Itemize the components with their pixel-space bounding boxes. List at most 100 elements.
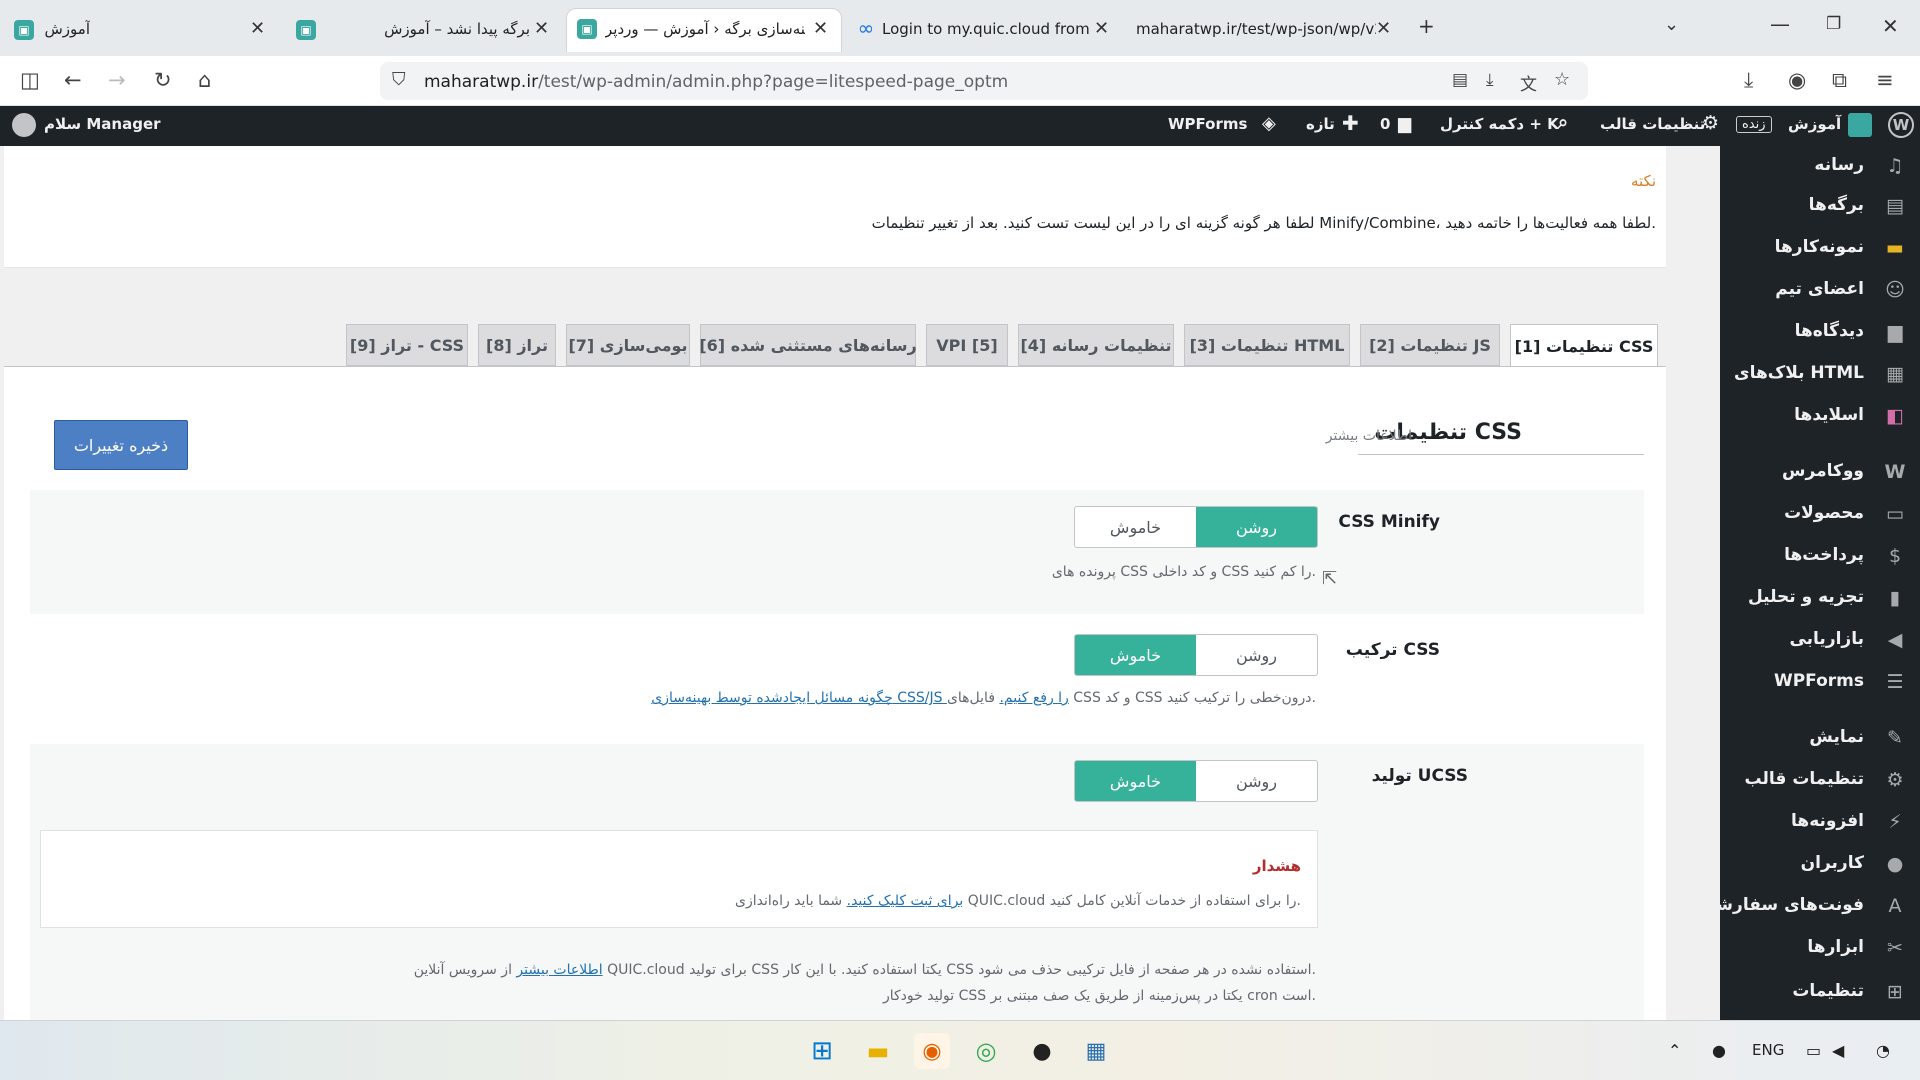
- network-icon[interactable]: ▭: [1806, 1041, 1821, 1060]
- tab-html-settings[interactable]: [3] تنظیمات HTML: [1184, 324, 1350, 366]
- html-blocks-icon: ▦: [1886, 363, 1904, 385]
- tab-localization[interactable]: [7] بومی‌سازی: [566, 324, 690, 366]
- adminbar-new[interactable]: تازه: [1306, 115, 1335, 133]
- tab-tuning-css[interactable]: [9] تراز - CSS: [346, 324, 468, 366]
- tab-js-settings[interactable]: [2] تنظیمات JS: [1360, 324, 1500, 366]
- sidebar-item-slides[interactable]: اسلایدها ◧: [1720, 396, 1920, 436]
- sidebar-item-label: بلاک‌های HTML: [1734, 363, 1864, 383]
- sidebar-item-woocommerce[interactable]: ووکامرس W: [1720, 452, 1920, 492]
- toggle-on-option[interactable]: روشن: [1196, 507, 1317, 547]
- sidebar-item-media[interactable]: رسانه ♫: [1720, 146, 1920, 186]
- sidebar-item-settings[interactable]: تنظیمات ⊞: [1720, 972, 1920, 1012]
- sidebar-item-plugins[interactable]: افزونه‌ها ⚡: [1720, 802, 1920, 842]
- user-greeting[interactable]: سلام Manager: [44, 115, 161, 133]
- site-security-icon[interactable]: ⛉: [392, 69, 406, 90]
- sidebar-toggle-icon[interactable]: ◫: [20, 68, 40, 92]
- adminbar-command-palette[interactable]: دکمه کنترل + K: [1440, 115, 1559, 133]
- close-tab-icon[interactable]: ✕: [1094, 18, 1109, 39]
- tab-media-settings[interactable]: [4] تنظیمات رسانه: [1018, 324, 1174, 366]
- close-tab-icon[interactable]: ✕: [813, 18, 828, 39]
- close-tab-icon[interactable]: ✕: [534, 18, 549, 39]
- register-link[interactable]: برای ثبت کلیک کنید.: [847, 893, 964, 909]
- forward-icon[interactable]: →: [108, 68, 126, 92]
- translate-icon[interactable]: 文: [1520, 70, 1537, 95]
- close-window-icon[interactable]: ✕: [1882, 14, 1899, 38]
- sidebar-item-html-blocks[interactable]: بلاک‌های HTML ▦: [1720, 354, 1920, 394]
- browser-tab[interactable]: ▣ آموزش ✕: [0, 8, 276, 52]
- volume-icon[interactable]: ◀: [1832, 1041, 1844, 1060]
- menu-icon[interactable]: ≡: [1876, 68, 1894, 92]
- toggle-off-option[interactable]: خاموش: [1075, 635, 1196, 675]
- tray-overflow-icon[interactable]: ⌃: [1668, 1041, 1681, 1060]
- tab-tuning[interactable]: [8] تراز: [478, 324, 556, 366]
- adminbar-theme-settings[interactable]: تنظیمات قالب: [1600, 115, 1705, 133]
- home-icon[interactable]: ⌂: [198, 68, 211, 92]
- minimize-icon[interactable]: —: [1770, 12, 1790, 36]
- chrome-icon[interactable]: ◎: [968, 1033, 1004, 1069]
- avatar[interactable]: [12, 113, 36, 137]
- css-combine-toggle[interactable]: خاموش روشن: [1074, 634, 1318, 676]
- app-icon[interactable]: ●: [1024, 1033, 1060, 1069]
- sidebar-item-custom-fonts[interactable]: فونت‌های سفارشی A: [1699, 886, 1920, 926]
- microphone-icon[interactable]: ●: [1712, 1041, 1726, 1060]
- address-bar[interactable]: ⛉ maharatwp.ir/test/wp-admin/admin.php?p…: [380, 62, 1588, 100]
- restore-icon[interactable]: ❐: [1826, 14, 1841, 34]
- save-changes-button[interactable]: ذخیره تغییرات: [54, 420, 188, 470]
- adminbar-site-name[interactable]: آموزش: [1788, 115, 1841, 133]
- tab-title: Login to my.quic.cloud from Wo: [882, 20, 1092, 38]
- sidebar-item-comments[interactable]: دیدگاه‌ها ▆: [1720, 312, 1920, 352]
- wordpress-logo-icon[interactable]: W: [1888, 112, 1914, 138]
- windows-start-icon[interactable]: ⊞: [804, 1033, 840, 1069]
- diamond-icon[interactable]: ◈: [1262, 113, 1276, 134]
- account-icon[interactable]: ◉: [1788, 68, 1806, 92]
- css-minify-toggle[interactable]: خاموش روشن: [1074, 506, 1318, 548]
- toggle-on-option[interactable]: روشن: [1196, 761, 1317, 801]
- sidebar-item-users[interactable]: کاربران ●: [1720, 844, 1920, 884]
- bookmark-star-icon[interactable]: ☆: [1554, 69, 1570, 90]
- sidebar-item-portfolio[interactable]: نمونه‌کارها ▬: [1720, 228, 1920, 268]
- tab-vpi[interactable]: VPI [5]: [926, 324, 1008, 366]
- tab-media-excludes[interactable]: [6] رسانه‌های مستثنی شده: [699, 324, 917, 366]
- firefox-icon[interactable]: ◉: [914, 1033, 950, 1069]
- downloads-icon[interactable]: ⤓: [1744, 68, 1753, 93]
- sidebar-item-wpforms[interactable]: WPForms ☰: [1720, 662, 1920, 702]
- close-tab-icon[interactable]: ✕: [1376, 18, 1391, 39]
- sidebar-item-pages[interactable]: برگه‌ها ▤: [1720, 186, 1920, 226]
- url-text[interactable]: maharatwp.ir/test/wp-admin/admin.php?pag…: [424, 72, 1008, 92]
- browser-tab[interactable]: ▣ برگه پیدا نشد – آموزش ✕: [282, 8, 562, 52]
- navigation-toolbar: ◫ ← → ↻ ⌂ ⛉ maharatwp.ir/test/wp-admin/a…: [0, 56, 1920, 106]
- toggle-off-option[interactable]: خاموش: [1075, 761, 1196, 801]
- sidebar-item-tools[interactable]: ابزارها ✂: [1720, 928, 1920, 968]
- extensions-icon[interactable]: ⧉: [1832, 68, 1847, 93]
- sidebar-item-products[interactable]: محصولات ▭: [1720, 494, 1920, 534]
- more-info-link[interactable]: اطلاعات بیشتر: [1326, 428, 1412, 444]
- back-icon[interactable]: ←: [64, 68, 82, 92]
- ucss-more-info-link[interactable]: اطلاعات بیشتر: [516, 962, 602, 978]
- tab-css-settings[interactable]: [1] تنظیمات CSS: [1510, 324, 1658, 368]
- sidebar-item-appearance[interactable]: نمایش ✎: [1720, 718, 1920, 758]
- sidebar-item-team[interactable]: اعضای تیم ☺: [1720, 270, 1920, 310]
- new-tab-icon[interactable]: +: [1418, 14, 1435, 38]
- language-indicator[interactable]: ENG: [1752, 1041, 1784, 1059]
- reload-icon[interactable]: ↻: [154, 68, 172, 92]
- adminbar-wpforms[interactable]: WPForms: [1168, 115, 1247, 133]
- toggle-off-option[interactable]: خاموش: [1075, 507, 1196, 547]
- file-explorer-icon[interactable]: ▬: [860, 1033, 896, 1069]
- comment-count[interactable]: 0: [1380, 115, 1390, 133]
- sidebar-item-payments[interactable]: پرداخت‌ها $: [1720, 536, 1920, 576]
- notification-icon[interactable]: ◔: [1876, 1041, 1890, 1060]
- tab-list-chevron-icon[interactable]: ⌄: [1664, 14, 1679, 35]
- close-tab-icon[interactable]: ✕: [250, 18, 265, 39]
- browser-tab[interactable]: maharatwp.ir/test/wp-json/wp/v2/p ✕: [1126, 8, 1402, 52]
- toggle-on-option[interactable]: روشن: [1196, 635, 1317, 675]
- browser-tab[interactable]: ∞ Login to my.quic.cloud from Wo ✕: [846, 8, 1122, 52]
- sidebar-item-marketing[interactable]: بازاریابی ◀: [1720, 620, 1920, 660]
- sidebar-item-theme-settings[interactable]: تنظیمات قالب ⚙: [1720, 760, 1920, 800]
- ucss-toggle[interactable]: خاموش روشن: [1074, 760, 1318, 802]
- sidebar-item-analytics[interactable]: تجزیه و تحلیل ▮: [1720, 578, 1920, 618]
- calculator-icon[interactable]: ▦: [1078, 1033, 1114, 1069]
- browser-tab-active[interactable]: ▣ بهینه‌سازی برگه ‹ آموزش — وردپر ✕: [566, 8, 842, 52]
- reader-view-icon[interactable]: ▤: [1452, 70, 1468, 90]
- save-page-icon[interactable]: ⤓: [1486, 70, 1494, 90]
- combine-help-link[interactable]: چگونه مسائل ایجادشده توسط بهینه‌سازی CSS…: [651, 690, 1069, 706]
